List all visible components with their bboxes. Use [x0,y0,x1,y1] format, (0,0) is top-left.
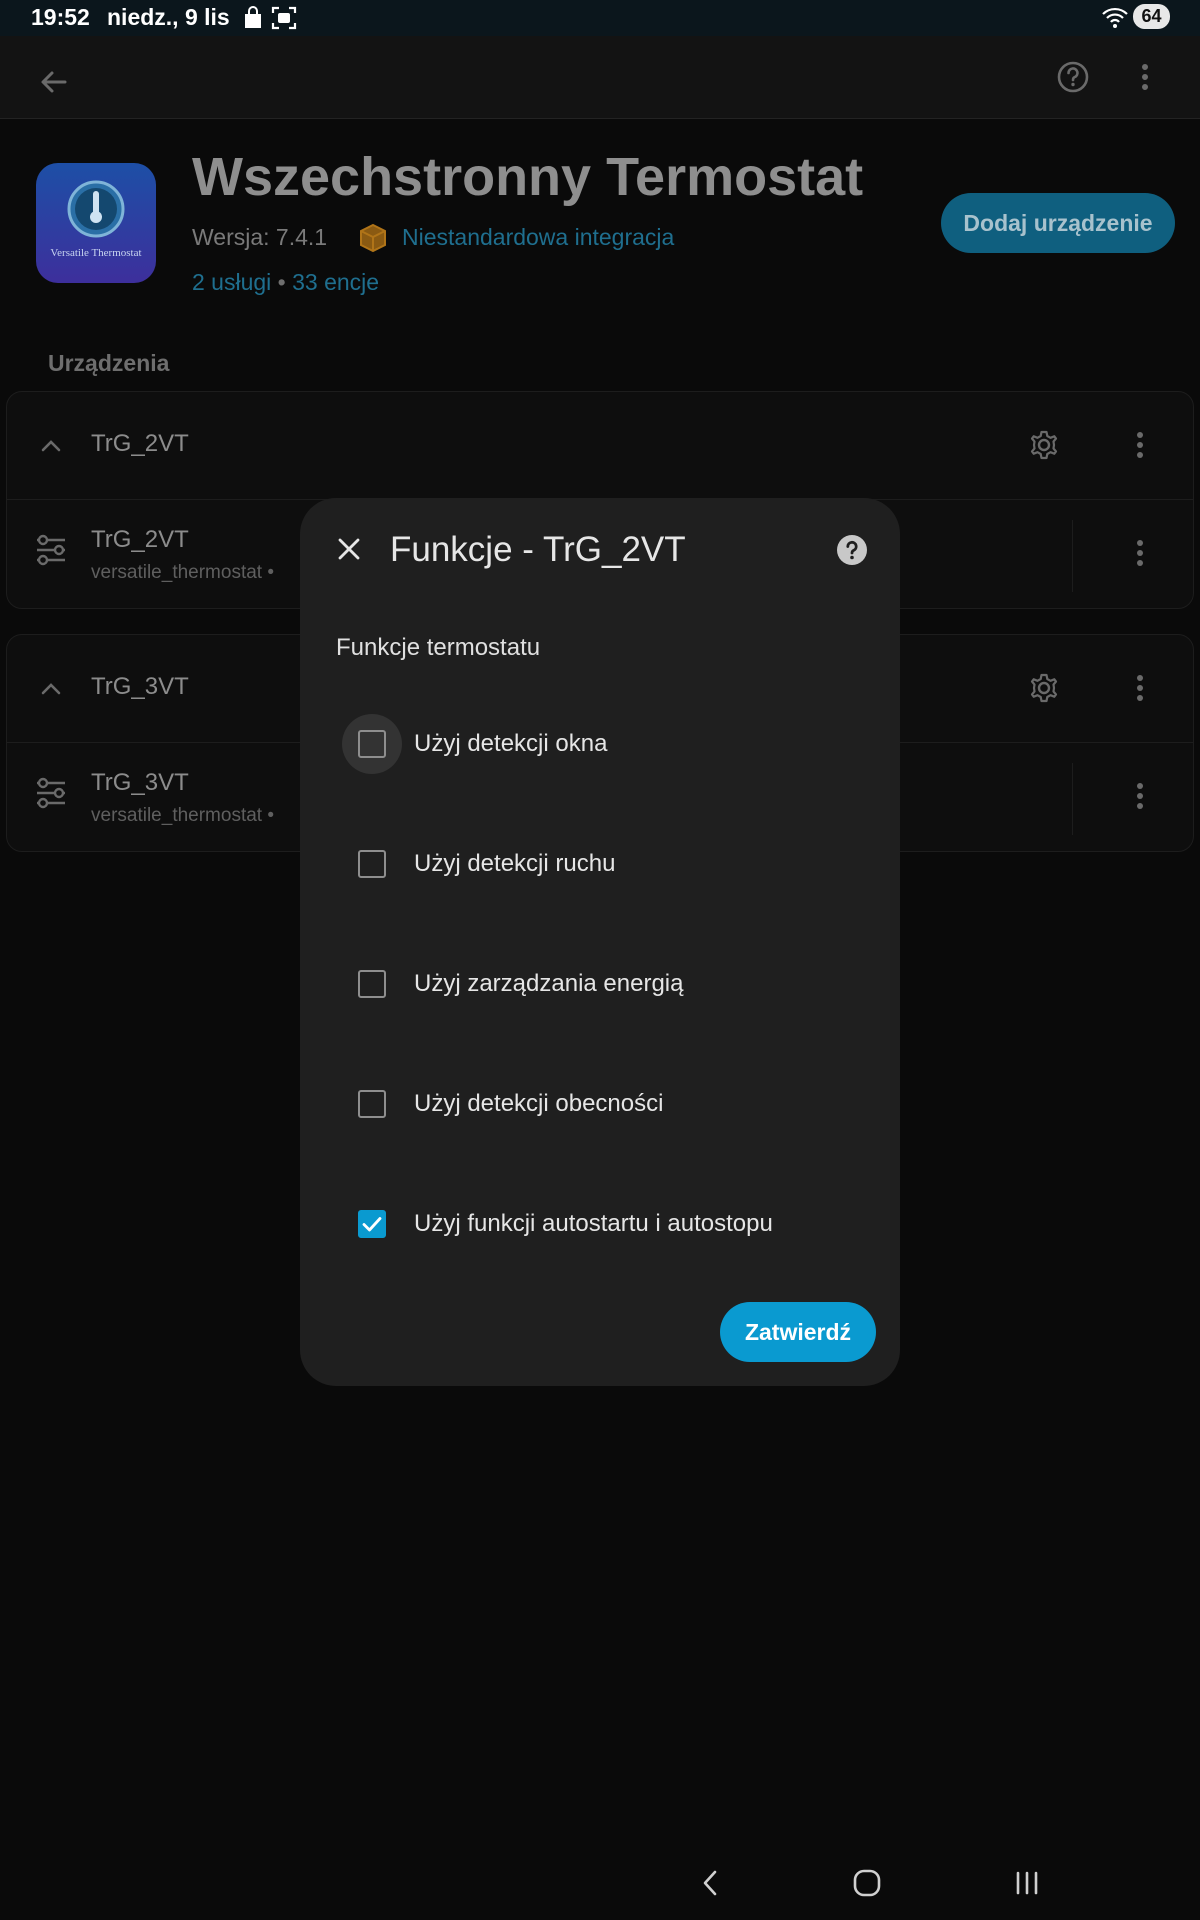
option-presence-detection[interactable]: Użyj detekcji obecności [336,1074,876,1134]
package-icon [357,222,389,259]
checkbox[interactable] [358,850,386,878]
links-separator: • [277,269,286,295]
logo-text: Versatile Thermostat [50,247,142,259]
gear-icon[interactable] [1021,422,1067,468]
option-auto-start-stop[interactable]: Użyj funkcji autostartu i autostopu [336,1194,876,1254]
nav-back-icon[interactable] [690,1860,730,1906]
integration-logo: Versatile Thermostat [36,163,156,283]
device-name: TrG_2VT [91,430,189,457]
submit-button[interactable]: Zatwierdź [720,1302,876,1362]
entity-name[interactable]: TrG_2VT [91,526,189,554]
more-vert-icon[interactable] [1117,422,1163,468]
system-nav-bar [0,1850,1200,1920]
entity-id: versatile_thermostat • [91,805,275,826]
chevron-up-icon[interactable] [33,671,69,707]
screenshot-icon [271,6,297,36]
battery-indicator: 64 [1133,4,1170,29]
dialog-section-label: Funkcje termostatu [336,634,541,661]
more-vert-icon[interactable] [1117,773,1163,819]
services-link[interactable]: 2 usługi [192,269,271,295]
more-vert-icon[interactable] [1122,54,1168,100]
page-title: Wszechstronny Termostat [192,147,864,207]
help-icon[interactable] [830,528,874,572]
divider [1072,520,1073,592]
checkbox[interactable] [358,1090,386,1118]
checkbox[interactable] [358,730,386,758]
option-label: Użyj funkcji autostartu i autostopu [414,1210,773,1237]
entity-id: versatile_thermostat • [91,562,275,583]
device-header-row[interactable]: TrG_2VT [7,392,1193,500]
wifi-icon [1101,6,1129,36]
features-dialog: Funkcje - TrG_2VT Funkcje termostatu Uży… [300,498,900,1386]
more-vert-icon[interactable] [1117,665,1163,711]
integration-links: 2 usługi • 33 encje [192,269,379,296]
back-arrow-icon[interactable] [30,58,78,106]
checkbox[interactable] [358,1210,386,1238]
version-label: Wersja: 7.4.1 [192,224,328,250]
thermometer-icon [67,180,125,238]
nav-home-icon[interactable] [845,1860,889,1906]
status-bar: 19:52 niedz., 9 lis 64 [0,0,1200,36]
option-label: Użyj detekcji ruchu [414,850,616,877]
add-device-button[interactable]: Dodaj urządzenie [941,193,1175,253]
checkbox[interactable] [358,970,386,998]
status-date: niedz., 9 lis [107,4,230,30]
status-time: 19:52 [31,4,90,30]
divider [1072,763,1073,835]
entities-link[interactable]: 33 encje [292,269,379,295]
entity-name[interactable]: TrG_3VT [91,769,189,797]
dialog-title: Funkcje - TrG_2VT [390,530,686,569]
option-power-management[interactable]: Użyj zarządzania energią [336,954,876,1014]
option-label: Użyj detekcji obecności [414,1090,664,1117]
option-label: Użyj detekcji okna [414,730,608,757]
app-bar [0,36,1200,119]
nav-recents-icon[interactable] [1005,1860,1049,1906]
device-type-icon [29,528,73,572]
device-name: TrG_3VT [91,673,189,700]
more-vert-icon[interactable] [1117,530,1163,576]
close-icon[interactable] [326,526,372,572]
chevron-up-icon[interactable] [33,428,69,464]
option-window-detection[interactable]: Użyj detekcji okna [336,714,876,774]
custom-integration-link[interactable]: Niestandardowa integracja [402,224,674,251]
checkmark-icon [362,1217,382,1232]
shopping-bag-icon [242,6,264,36]
device-type-icon [29,771,73,815]
help-icon[interactable] [1050,54,1096,100]
gear-icon[interactable] [1021,665,1067,711]
option-label: Użyj zarządzania energią [414,970,684,997]
devices-section-label: Urządzenia [48,350,170,376]
option-motion-detection[interactable]: Użyj detekcji ruchu [336,834,876,894]
